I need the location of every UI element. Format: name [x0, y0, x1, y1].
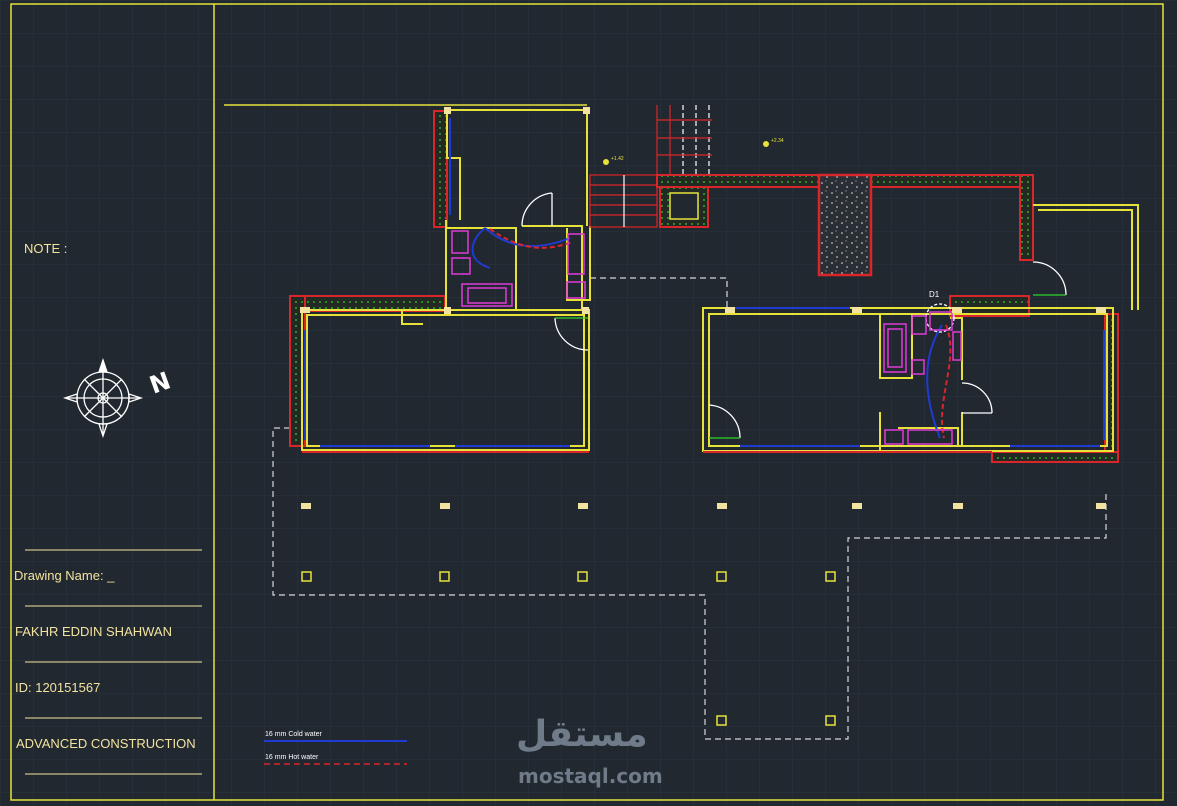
level-tag-1: +1.42 [611, 156, 624, 162]
legend-hot-label: 16 mm Hot water [265, 754, 319, 761]
legend-cold-label: 16 mm Cold water [265, 731, 322, 738]
level-tag-2: +2.34 [771, 138, 784, 144]
watermark-arabic: مستقل [516, 714, 648, 755]
drawing-name-label: Drawing Name: _ [14, 568, 115, 583]
door-tag-d1: D1 [929, 290, 940, 299]
note-label: NOTE : [24, 241, 68, 256]
cad-drawing-canvas [0, 0, 1177, 806]
author-name: FAKHR EDDIN SHAHWAN [15, 624, 172, 639]
course-title: ADVANCED CONSTRUCTION [16, 736, 196, 751]
student-id: ID: 120151567 [15, 680, 101, 695]
watermark-latin: mostaql.com [518, 764, 663, 788]
